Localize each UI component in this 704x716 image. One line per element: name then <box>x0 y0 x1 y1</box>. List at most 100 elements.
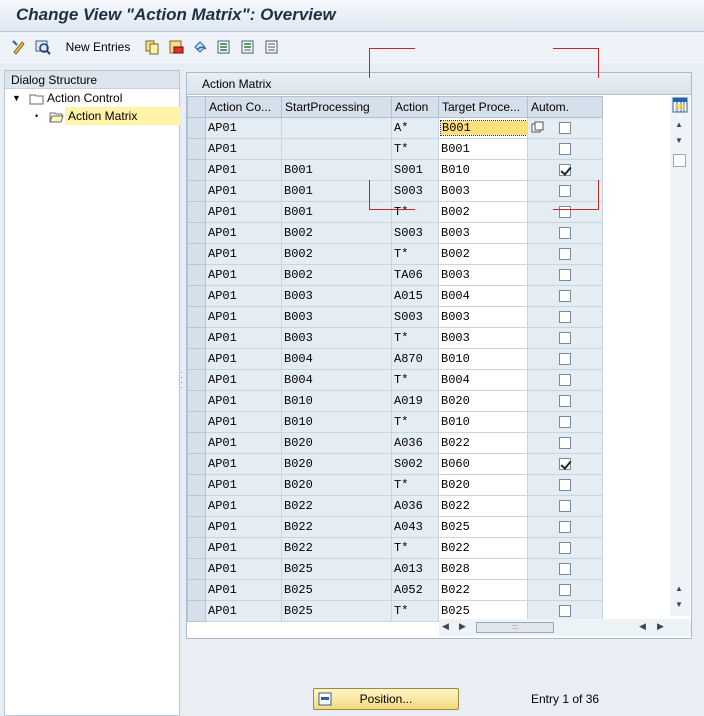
table-row[interactable]: AP01 B002 T* B002 <box>187 243 603 265</box>
scroll-far-left-icon[interactable]: ◀ <box>639 621 646 632</box>
cell-target-processing[interactable]: B020 <box>438 390 528 412</box>
autom-checkbox[interactable] <box>559 121 571 134</box>
table-row[interactable]: AP01 B020 A036 B022 <box>187 432 603 454</box>
row-selector[interactable] <box>187 453 206 475</box>
delete-icon[interactable] <box>167 38 185 56</box>
scroll-down-up-icon[interactable]: ▲ <box>675 584 683 593</box>
table-row[interactable]: AP01 B020 T* B020 <box>187 474 603 496</box>
cell-target-processing[interactable]: B028 <box>438 558 528 580</box>
table-row[interactable]: AP01 B025 A052 B022 <box>187 579 603 601</box>
cell-target-processing[interactable]: B003 <box>438 264 528 286</box>
row-selector[interactable] <box>187 222 206 244</box>
table-row[interactable]: AP01 B004 T* B004 <box>187 369 603 391</box>
row-selector[interactable] <box>187 306 206 328</box>
row-selector[interactable] <box>187 558 206 580</box>
row-selector[interactable] <box>187 537 206 559</box>
cell-target-processing[interactable]: B022 <box>438 432 528 454</box>
cell-target-processing[interactable]: B004 <box>438 285 528 307</box>
horizontal-scroll-thumb[interactable]: ::: <box>476 622 554 633</box>
column-header-start-processing[interactable]: StartProcessing <box>281 96 392 118</box>
autom-checkbox[interactable] <box>559 310 571 323</box>
row-selector[interactable] <box>187 159 206 181</box>
autom-checkbox[interactable] <box>559 436 571 449</box>
cell-target-processing[interactable]: B003 <box>438 327 528 349</box>
row-selector[interactable] <box>187 117 206 139</box>
row-selector[interactable] <box>187 495 206 517</box>
autom-checkbox[interactable] <box>559 142 571 155</box>
table-row[interactable]: AP01 A* B001 <box>187 117 603 139</box>
column-header-autom[interactable]: Autom. <box>527 96 603 118</box>
row-selector[interactable] <box>187 516 206 538</box>
undo-change-icon[interactable] <box>191 38 209 56</box>
row-selector[interactable] <box>187 201 206 223</box>
autom-checkbox[interactable] <box>559 331 571 344</box>
cell-target-processing[interactable]: B003 <box>438 306 528 328</box>
table-row[interactable]: AP01 B003 S003 B003 <box>187 306 603 328</box>
cell-target-processing[interactable]: B003 <box>438 222 528 244</box>
table-row[interactable]: AP01 B010 T* B010 <box>187 411 603 433</box>
autom-checkbox[interactable] <box>559 394 571 407</box>
table-row[interactable]: AP01 B003 A015 B004 <box>187 285 603 307</box>
autom-checkbox[interactable] <box>559 373 571 386</box>
table-row[interactable]: AP01 B020 S002 B060 <box>187 453 603 475</box>
cell-target-processing[interactable]: B003 <box>438 180 528 202</box>
row-selector[interactable] <box>187 327 206 349</box>
row-selector[interactable] <box>187 264 206 286</box>
select-all-icon[interactable] <box>215 38 233 56</box>
expand-triangle-icon[interactable]: ▼ <box>12 89 21 107</box>
autom-checkbox[interactable] <box>559 247 571 260</box>
cell-target-processing[interactable]: B010 <box>438 159 528 181</box>
table-row[interactable]: AP01 B010 A019 B020 <box>187 390 603 412</box>
table-row[interactable]: AP01 B002 TA06 B003 <box>187 264 603 286</box>
scroll-right-icon[interactable]: ▶ <box>459 621 466 632</box>
row-selector[interactable] <box>187 348 206 370</box>
vertical-scrollbar[interactable]: ▲ ▼ ▲ ▼ <box>670 96 690 616</box>
autom-checkbox[interactable] <box>559 226 571 239</box>
row-selector[interactable] <box>187 369 206 391</box>
autom-checkbox[interactable] <box>559 583 571 596</box>
value-help-icon[interactable] <box>531 121 544 138</box>
vertical-scroll-thumb[interactable] <box>673 154 686 167</box>
row-selector[interactable] <box>187 432 206 454</box>
panel-splitter-handle[interactable]: · · · · <box>180 368 183 392</box>
scroll-up-top-icon[interactable]: ▲ <box>675 120 683 129</box>
column-header-target-processing[interactable]: Target Proce... <box>438 96 528 118</box>
cell-target-processing[interactable]: B010 <box>438 348 528 370</box>
focused-cell-value[interactable]: B001 <box>440 120 527 136</box>
cell-target-processing[interactable]: B001 <box>438 117 528 139</box>
table-row[interactable]: AP01 B003 T* B003 <box>187 327 603 349</box>
table-row[interactable]: AP01 B004 A870 B010 <box>187 348 603 370</box>
table-row[interactable]: AP01 B002 S003 B003 <box>187 222 603 244</box>
other-view-icon[interactable] <box>34 38 52 56</box>
row-selector[interactable] <box>187 390 206 412</box>
row-selector[interactable] <box>187 285 206 307</box>
scroll-far-right-icon[interactable]: ▶ <box>657 621 664 632</box>
row-selector[interactable] <box>187 579 206 601</box>
select-all-rows-cell[interactable] <box>187 96 206 118</box>
autom-checkbox[interactable] <box>559 604 571 617</box>
autom-checkbox[interactable] <box>559 415 571 428</box>
cell-target-processing[interactable]: B002 <box>438 201 528 223</box>
autom-checkbox[interactable] <box>559 541 571 554</box>
tree-item-action-matrix[interactable]: • Action Matrix <box>5 107 180 125</box>
display-change-icon[interactable] <box>10 38 28 56</box>
cell-target-processing[interactable]: B022 <box>438 579 528 601</box>
horizontal-scrollbar[interactable]: ◀ ▶ ::: ◀ ▶ <box>439 619 691 636</box>
cell-target-processing[interactable]: B022 <box>438 495 528 517</box>
cell-target-processing[interactable]: B020 <box>438 474 528 496</box>
column-settings-icon[interactable] <box>671 96 689 114</box>
cell-target-processing[interactable]: B004 <box>438 369 528 391</box>
autom-checkbox[interactable] <box>559 457 571 470</box>
autom-checkbox[interactable] <box>559 268 571 281</box>
autom-checkbox[interactable] <box>559 289 571 302</box>
row-selector[interactable] <box>187 600 206 622</box>
copy-as-icon[interactable] <box>143 38 161 56</box>
tree-item-action-control[interactable]: ▼ Action Control <box>5 89 179 107</box>
scroll-left-icon[interactable]: ◀ <box>442 621 449 632</box>
table-row[interactable]: AP01 B025 A013 B028 <box>187 558 603 580</box>
cell-target-processing[interactable]: B025 <box>438 516 528 538</box>
table-row[interactable]: AP01 B022 A043 B025 <box>187 516 603 538</box>
cell-target-processing[interactable]: B022 <box>438 537 528 559</box>
autom-checkbox[interactable] <box>559 163 571 176</box>
autom-checkbox[interactable] <box>559 499 571 512</box>
